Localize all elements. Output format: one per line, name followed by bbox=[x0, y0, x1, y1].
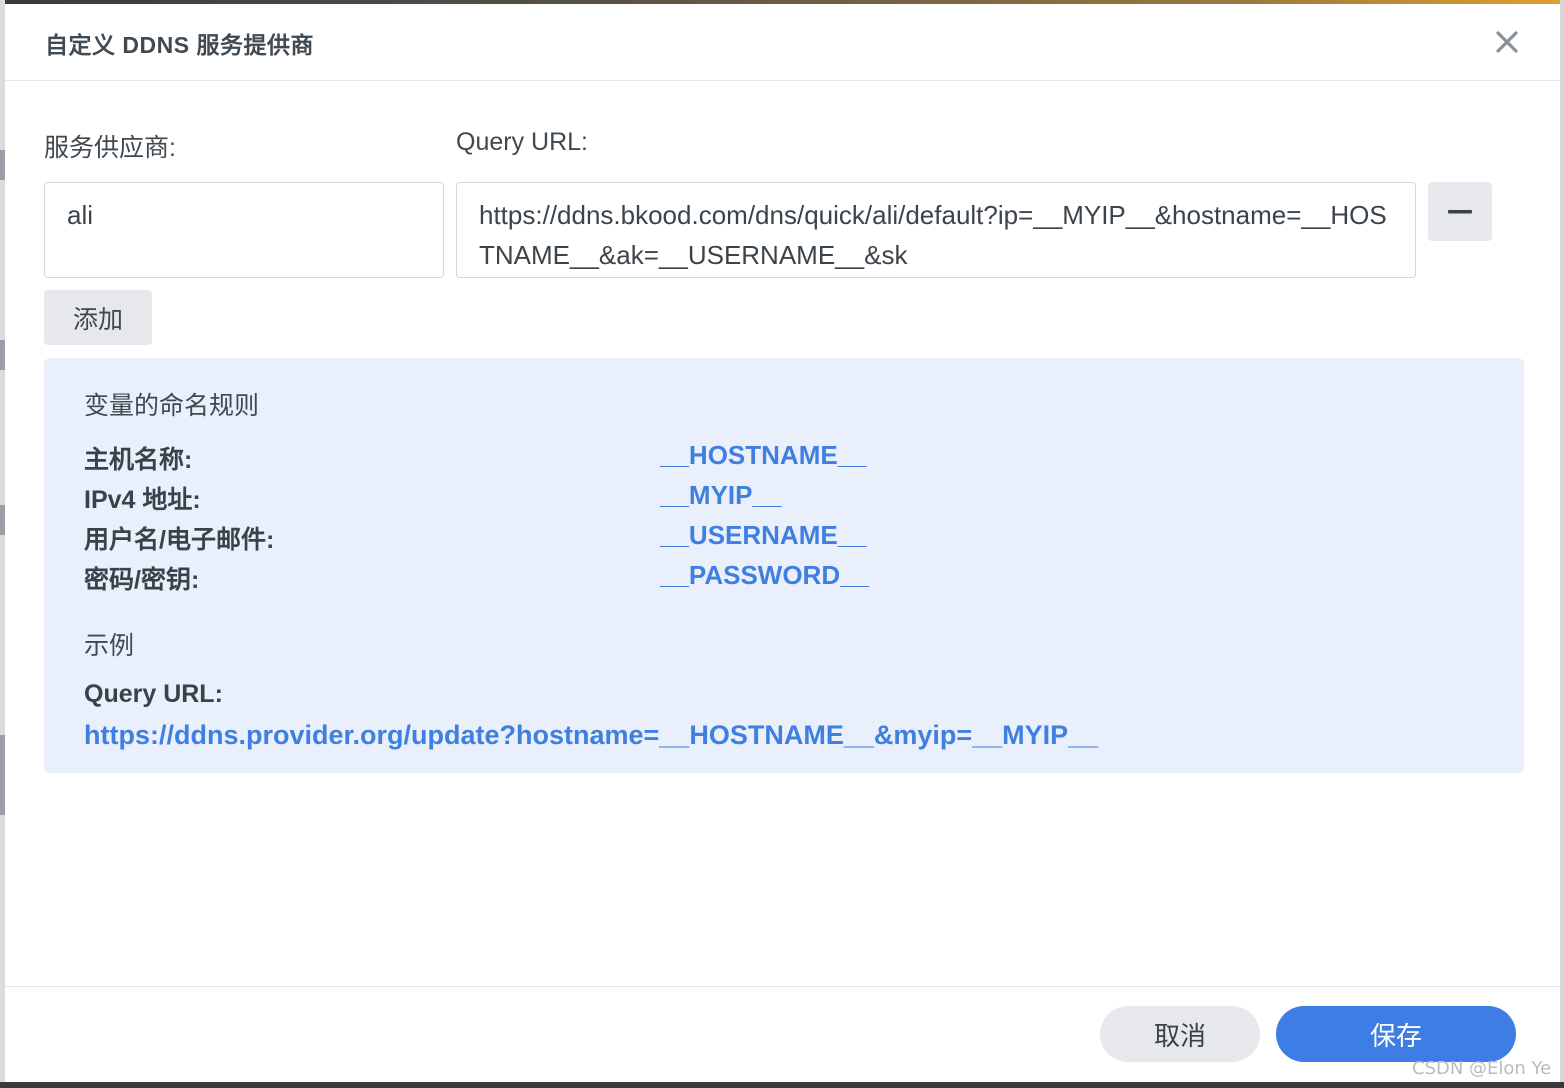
add-button[interactable]: 添加 bbox=[44, 290, 152, 345]
example-query-url: https://ddns.provider.org/update?hostnam… bbox=[84, 720, 1099, 750]
naming-rules-heading: 变量的命名规则 bbox=[84, 392, 260, 420]
watermark: CSDN @Elon Ye bbox=[1412, 1058, 1552, 1079]
provider-input[interactable]: ali bbox=[44, 182, 444, 278]
dialog-title: 自定义 DDNS 服务提供商 bbox=[45, 32, 314, 58]
variable-row-ipv4: IPv4 地址: __MYIP__ bbox=[84, 480, 1484, 518]
variable-naming-info-panel: 变量的命名规则 主机名称: __HOSTNAME__ IPv4 地址: __MY… bbox=[44, 358, 1524, 773]
variable-row-password: 密码/密钥: __PASSWORD__ bbox=[84, 560, 1484, 598]
minus-icon bbox=[1448, 209, 1472, 213]
save-button[interactable]: 保存 bbox=[1276, 1006, 1516, 1062]
provider-label: 服务供应商: bbox=[44, 134, 176, 162]
query-url-input[interactable]: https://ddns.bkood.com/dns/quick/ali/def… bbox=[456, 182, 1416, 278]
dialog-titlebar: 自定义 DDNS 服务提供商 bbox=[5, 4, 1560, 81]
background-right-strip bbox=[1560, 0, 1564, 1088]
custom-ddns-dialog: 自定义 DDNS 服务提供商 服务供应商: Query URL: ali htt… bbox=[5, 4, 1560, 1082]
variable-value: __USERNAME__ bbox=[660, 520, 867, 550]
variable-value: __HOSTNAME__ bbox=[660, 440, 867, 470]
remove-row-button[interactable] bbox=[1428, 182, 1492, 241]
variable-label: 主机名称: bbox=[84, 446, 193, 474]
variable-row-username: 用户名/电子邮件: __USERNAME__ bbox=[84, 520, 1484, 558]
footer-divider bbox=[5, 986, 1560, 987]
example-heading: 示例 bbox=[84, 632, 135, 660]
example-query-url-label: Query URL: bbox=[84, 680, 223, 708]
background-bottom-strip bbox=[0, 1082, 1564, 1088]
variable-row-hostname: 主机名称: __HOSTNAME__ bbox=[84, 440, 1484, 478]
variable-label: 用户名/电子邮件: bbox=[84, 526, 275, 554]
variable-value: __PASSWORD__ bbox=[660, 560, 870, 590]
variable-label: 密码/密钥: bbox=[84, 566, 200, 594]
cancel-button[interactable]: 取消 bbox=[1100, 1006, 1260, 1062]
close-icon bbox=[1496, 31, 1518, 53]
variable-value: __MYIP__ bbox=[660, 480, 782, 510]
close-button[interactable] bbox=[1491, 26, 1523, 58]
query-url-label: Query URL: bbox=[456, 128, 588, 156]
variable-label: IPv4 地址: bbox=[84, 486, 201, 514]
